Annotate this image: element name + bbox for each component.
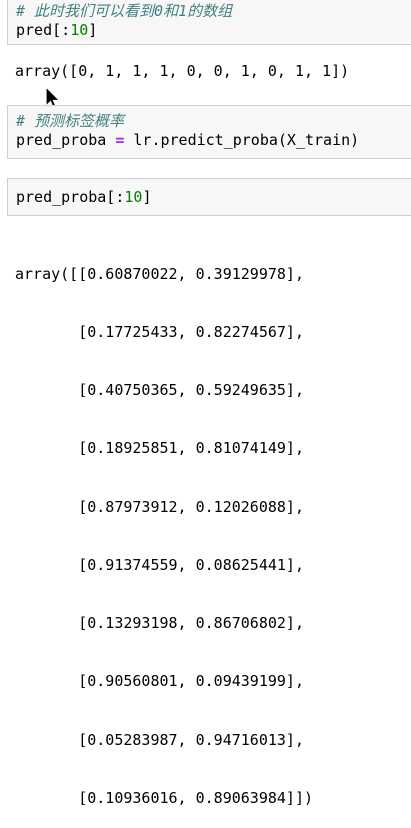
code-line: pred_proba = lr.predict_proba(X_train) [16, 131, 411, 150]
output-line: [0.87973912, 0.12026088], [15, 497, 304, 516]
code-text: pred[: [16, 21, 71, 39]
code-line: pred_proba[:10] [16, 188, 411, 207]
output-line: [0.18925851, 0.81074149], [15, 439, 304, 458]
code-cell-2-input[interactable]: # 预测标签概率 pred_proba = lr.predict_proba(X… [7, 105, 411, 159]
code-text: pred_proba[: [16, 188, 125, 206]
code-text: ] [142, 188, 152, 206]
code-comment: # 此时我们可以看到0和1的数组 [16, 2, 233, 20]
output-line: [0.91374559, 0.08625441], [15, 555, 304, 574]
cell-3-output: array([[0.60870022, 0.39129978], [0.1772… [15, 226, 313, 828]
code-line: pred[:10] [16, 21, 411, 40]
output-line: array([[0.60870022, 0.39129978], [15, 264, 304, 283]
cell-1-output: array([0, 1, 1, 1, 0, 0, 1, 0, 1, 1]) [15, 62, 350, 80]
output-line: [0.13293198, 0.86706802], [15, 614, 304, 633]
code-cell-1-input[interactable]: # 此时我们可以看到0和1的数组 pred[:10] [7, 0, 411, 45]
output-line: [0.10936016, 0.89063984]]) [15, 788, 314, 807]
output-line: [0.17725433, 0.82274567], [15, 323, 304, 342]
output-line: [0.05283987, 0.94716013], [15, 730, 304, 749]
code-cell-3-input[interactable]: pred_proba[:10] [7, 178, 411, 216]
code-number: 10 [124, 188, 143, 206]
output-line: [0.90560801, 0.09439199], [15, 672, 304, 691]
code-number: 10 [70, 21, 89, 39]
code-text: pred_proba [16, 131, 116, 149]
code-text: ] [88, 21, 98, 39]
code-comment: # 预测标签概率 [16, 112, 125, 130]
code-text: lr.predict_proba(X_train) [124, 131, 360, 149]
output-line: [0.40750365, 0.59249635], [15, 381, 304, 400]
